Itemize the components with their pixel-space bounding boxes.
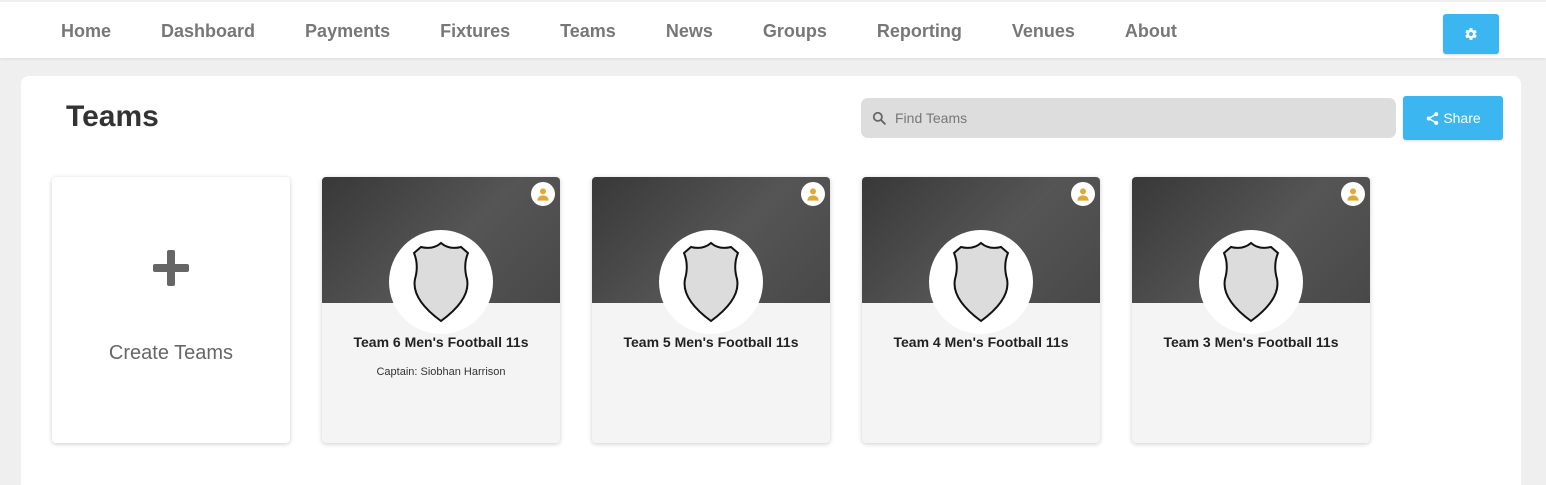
search-box[interactable] <box>861 98 1396 138</box>
nav-item-teams[interactable]: Teams <box>535 21 641 42</box>
nav-item-venues[interactable]: Venues <box>987 21 1100 42</box>
create-team-label: Create Teams <box>108 342 234 364</box>
team-card[interactable]: Team 3 Men's Football 11s <box>1132 177 1370 443</box>
team-name: Team 4 Men's Football 11s <box>893 334 1069 350</box>
team-crest <box>1199 230 1303 334</box>
page-title: Teams <box>66 100 159 133</box>
share-icon <box>1425 111 1440 126</box>
person-icon <box>1071 182 1095 206</box>
team-captain: Captain: Siobhan Harrison <box>376 366 506 378</box>
create-team-card[interactable]: Create Teams <box>52 177 290 443</box>
search-icon <box>871 110 887 126</box>
gear-icon <box>1465 28 1477 40</box>
plus-icon <box>153 250 189 286</box>
team-crest <box>389 230 493 334</box>
share-button[interactable]: Share <box>1403 96 1503 140</box>
shield-icon <box>412 241 470 323</box>
settings-button[interactable] <box>1443 14 1499 54</box>
nav-item-fixtures[interactable]: Fixtures <box>415 21 535 42</box>
person-icon <box>801 182 825 206</box>
team-crest <box>929 230 1033 334</box>
person-icon <box>1341 182 1365 206</box>
team-name: Team 3 Men's Football 11s <box>1163 334 1339 350</box>
nav-item-reporting[interactable]: Reporting <box>852 21 987 42</box>
team-name: Team 6 Men's Football 11s <box>353 334 529 350</box>
team-card[interactable]: Team 4 Men's Football 11s <box>862 177 1100 443</box>
shield-icon <box>1222 241 1280 323</box>
shield-icon <box>682 241 740 323</box>
person-icon <box>531 182 555 206</box>
team-crest <box>659 230 763 334</box>
nav-item-about[interactable]: About <box>1100 21 1202 42</box>
nav-item-payments[interactable]: Payments <box>280 21 415 42</box>
nav-item-dashboard[interactable]: Dashboard <box>136 21 280 42</box>
share-button-label: Share <box>1443 110 1481 126</box>
team-card[interactable]: Team 6 Men's Football 11s Captain: Siobh… <box>322 177 560 443</box>
nav-item-groups[interactable]: Groups <box>738 21 852 42</box>
nav-item-home[interactable]: Home <box>36 21 136 42</box>
shield-icon <box>952 241 1010 323</box>
main-nav: Home Dashboard Payments Fixtures Teams N… <box>36 2 1202 60</box>
team-card[interactable]: Team 5 Men's Football 11s <box>592 177 830 443</box>
top-navbar: Home Dashboard Payments Fixtures Teams N… <box>0 0 1546 58</box>
team-name: Team 5 Men's Football 11s <box>623 334 799 350</box>
nav-item-news[interactable]: News <box>641 21 738 42</box>
search-input[interactable] <box>895 103 1375 133</box>
